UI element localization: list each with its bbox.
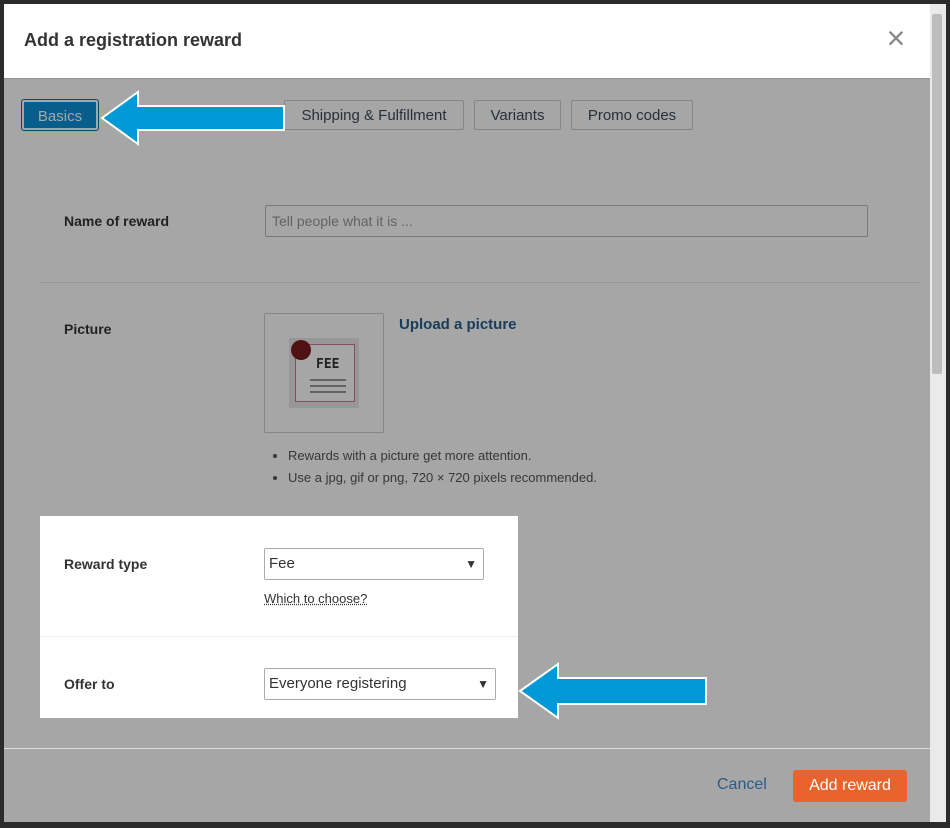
highlight-panel: Reward type Fee ▼ Which to choose? Offer… <box>40 516 518 718</box>
doc-line <box>310 391 346 393</box>
add-reward-button[interactable]: Add reward <box>793 770 907 802</box>
tab-promo-codes[interactable]: Promo codes <box>571 100 693 130</box>
chevron-down-icon: ▼ <box>477 677 489 691</box>
tab-shipping-fulfillment[interactable]: Shipping & Fulfillment <box>284 100 464 130</box>
picture-label: Picture <box>64 321 112 337</box>
add-reward-modal: Add a registration reward × Basics Shipp… <box>4 4 946 822</box>
reward-type-value: Fee <box>269 555 295 572</box>
fee-image: FEE <box>289 338 359 408</box>
chevron-down-icon: ▼ <box>465 557 477 571</box>
cancel-button[interactable]: Cancel <box>717 776 767 794</box>
which-to-choose-link[interactable]: Which to choose? <box>264 591 367 606</box>
reward-type-label: Reward type <box>64 556 148 572</box>
tab-basics[interactable]: Basics <box>21 99 99 131</box>
divider <box>40 636 518 637</box>
fee-image-text: FEE <box>316 357 340 372</box>
reward-name-input[interactable] <box>265 205 868 237</box>
tip-item: Rewards with a picture get more attentio… <box>288 445 597 467</box>
offer-to-select[interactable]: Everyone registering ▼ <box>264 668 496 700</box>
scrollbar[interactable] <box>930 4 946 822</box>
pointer-arrow-icon <box>100 90 285 146</box>
tab-variants[interactable]: Variants <box>474 100 561 130</box>
doc-line <box>310 379 346 381</box>
name-of-reward-label: Name of reward <box>64 213 170 229</box>
reward-type-select[interactable]: Fee ▼ <box>264 548 484 580</box>
modal-title: Add a registration reward <box>24 30 243 50</box>
picture-preview[interactable]: FEE <box>264 313 384 433</box>
doc-line <box>310 385 346 387</box>
close-icon[interactable]: × <box>882 22 910 54</box>
modal-header: Add a registration reward × <box>4 4 946 79</box>
wax-seal-icon <box>291 340 311 360</box>
pointer-arrow-icon <box>518 662 707 720</box>
offer-to-value: Everyone registering <box>269 675 407 692</box>
offer-to-label: Offer to <box>64 676 115 692</box>
divider <box>40 282 920 283</box>
footer-divider <box>4 748 946 749</box>
scrollbar-thumb[interactable] <box>932 14 942 374</box>
tip-item: Use a jpg, gif or png, 720 × 720 pixels … <box>288 467 597 489</box>
upload-picture-link[interactable]: Upload a picture <box>399 316 517 333</box>
picture-tips-list: Rewards with a picture get more attentio… <box>270 445 597 489</box>
